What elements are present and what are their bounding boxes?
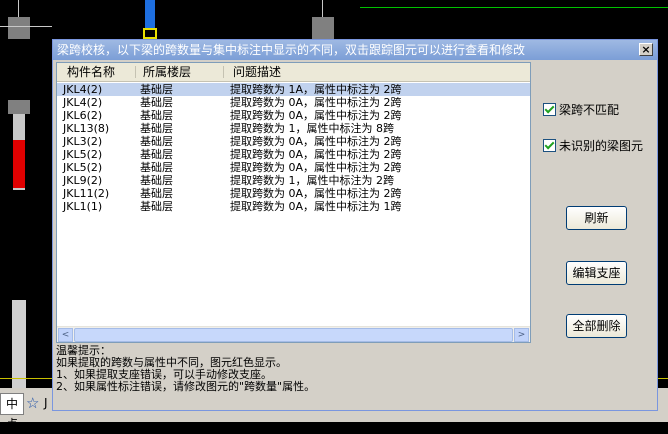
table-row[interactable]: JKL4(2) 基础层 提取跨数为 0A，属性中标注为 2跨	[57, 96, 530, 109]
cell-description: 提取跨数为 0A，属性中标注为 2跨	[230, 161, 402, 174]
cell-floor: 基础层	[140, 200, 173, 213]
cell-description: 提取跨数为 0A，属性中标注为 1跨	[230, 200, 402, 213]
cell-floor: 基础层	[140, 148, 173, 161]
cell-description: 提取跨数为 0A，属性中标注为 2跨	[230, 109, 402, 122]
scrollbar-thumb[interactable]	[74, 328, 513, 342]
close-button[interactable]: ×	[639, 43, 653, 56]
cell-floor: 基础层	[140, 187, 173, 200]
star-icon[interactable]: ☆	[26, 394, 39, 412]
cell-name: JKL4(2)	[63, 96, 103, 109]
cad-column-right	[312, 17, 334, 39]
cell-name: JKL6(2)	[63, 109, 103, 122]
dialog-titlebar[interactable]: 梁跨校核，以下梁的跨数量与集中标注中显示的不同，双击跟踪图元可以进行查看和修改 …	[53, 40, 657, 60]
cad-green-line	[360, 7, 668, 8]
table-row[interactable]: JKL1(1) 基础层 提取跨数为 0A，属性中标注为 1跨	[57, 200, 530, 213]
column-header-name[interactable]: 构件名称	[67, 63, 115, 81]
cell-floor: 基础层	[140, 161, 173, 174]
dialog-title: 梁跨校核，以下梁的跨数量与集中标注中显示的不同，双击跟踪图元可以进行查看和修改	[57, 43, 526, 57]
checkbox-unrecognized-beams[interactable]: 未识别的梁图元	[543, 139, 643, 153]
cad-column-top	[143, 28, 157, 39]
cell-description: 提取跨数为 1，属性中标注为 2跨	[230, 174, 394, 187]
cell-floor: 基础层	[140, 109, 173, 122]
cell-name: JKL5(2)	[63, 161, 103, 174]
table-row[interactable]: JKL9(2) 基础层 提取跨数为 1，属性中标注为 2跨	[57, 174, 530, 187]
cell-name: JKL11(2)	[63, 187, 110, 200]
table-row[interactable]: JKL3(2) 基础层 提取跨数为 0A，属性中标注为 2跨	[57, 135, 530, 148]
cell-floor: 基础层	[140, 122, 173, 135]
refresh-button[interactable]: 刷新	[566, 206, 627, 230]
edit-support-button[interactable]: 编辑支座	[566, 261, 627, 285]
column-header-floor[interactable]: 所属楼层	[143, 63, 191, 81]
table-row[interactable]: JKL5(2) 基础层 提取跨数为 0A，属性中标注为 2跨	[57, 161, 530, 174]
cell-name: JKL4(2)	[63, 83, 103, 96]
check-icon[interactable]	[543, 139, 556, 152]
issue-list[interactable]: 构件名称 所属楼层 问题描述 JKL4(2) 基础层 提取跨数为 1A，属性中标注为…	[56, 62, 531, 343]
cell-name: JKL9(2)	[63, 174, 103, 187]
cad-beam-bottom	[12, 300, 26, 388]
checkbox-span-mismatch[interactable]: 梁跨不匹配	[543, 103, 619, 117]
cell-description: 提取跨数为 1A，属性中标注为 2跨	[230, 83, 402, 96]
cell-description: 提取跨数为 0A，属性中标注为 2跨	[230, 187, 402, 200]
cell-floor: 基础层	[140, 135, 173, 148]
table-row[interactable]: JKL5(2) 基础层 提取跨数为 0A，属性中标注为 2跨	[57, 148, 530, 161]
cell-description: 提取跨数为 0A，属性中标注为 2跨	[230, 148, 402, 161]
delete-all-button[interactable]: 全部删除	[566, 314, 627, 338]
cell-description: 提取跨数为 0A，属性中标注为 2跨	[230, 96, 402, 109]
hint-panel: 温馨提示： 如果提取的跨数与属性中不同，图元红色显示。 1、如果提取支座错误，可…	[56, 345, 531, 408]
column-divider[interactable]	[223, 66, 224, 78]
cell-name: JKL5(2)	[63, 148, 103, 161]
column-divider[interactable]	[135, 66, 136, 78]
cell-floor: 基础层	[140, 83, 173, 96]
list-header: 构件名称 所属楼层 问题描述	[57, 63, 530, 82]
cell-name: JKL3(2)	[63, 135, 103, 148]
table-row[interactable]: JKL11(2) 基础层 提取跨数为 0A，属性中标注为 2跨	[57, 187, 530, 200]
snap-midpoint-toggle[interactable]: 中点	[0, 393, 24, 431]
cell-description: 提取跨数为 0A，属性中标注为 2跨	[230, 135, 402, 148]
scroll-right-button[interactable]: >	[514, 328, 529, 342]
checkbox-label: 梁跨不匹配	[559, 103, 620, 117]
chevron-left-icon: <	[61, 330, 70, 340]
cad-column-left	[8, 100, 30, 114]
status-item[interactable]: J	[44, 394, 48, 412]
table-row[interactable]: JKL6(2) 基础层 提取跨数为 0A，属性中标注为 2跨	[57, 109, 530, 122]
cell-floor: 基础层	[140, 96, 173, 109]
hint-line: 2、如果属性标注错误，请修改图元的"跨数量"属性。	[56, 380, 316, 393]
column-header-description[interactable]: 问题描述	[233, 63, 281, 81]
scroll-left-button[interactable]: <	[58, 328, 73, 342]
table-row[interactable]: JKL13(8) 基础层 提取跨数为 1，属性中标注为 8跨	[57, 122, 530, 135]
cad-beam-blue	[145, 0, 155, 28]
cell-name: JKL13(8)	[63, 122, 110, 135]
beam-span-check-dialog: 梁跨校核，以下梁的跨数量与集中标注中显示的不同，双击跟踪图元可以进行查看和修改 …	[52, 39, 658, 411]
check-icon[interactable]	[543, 103, 556, 116]
close-icon: ×	[641, 43, 651, 56]
checkbox-label: 未识别的梁图元	[559, 139, 644, 153]
cell-description: 提取跨数为 1，属性中标注为 8跨	[230, 122, 394, 135]
cad-beam-left-red	[13, 140, 25, 188]
cad-column	[8, 17, 30, 39]
horizontal-scrollbar[interactable]: < >	[57, 326, 530, 342]
cell-floor: 基础层	[140, 174, 173, 187]
cell-name: JKL1(1)	[63, 200, 103, 213]
cad-horizontal-line	[0, 26, 52, 27]
chevron-right-icon: >	[517, 330, 526, 340]
table-row[interactable]: JKL4(2) 基础层 提取跨数为 1A，属性中标注为 2跨	[57, 83, 530, 96]
